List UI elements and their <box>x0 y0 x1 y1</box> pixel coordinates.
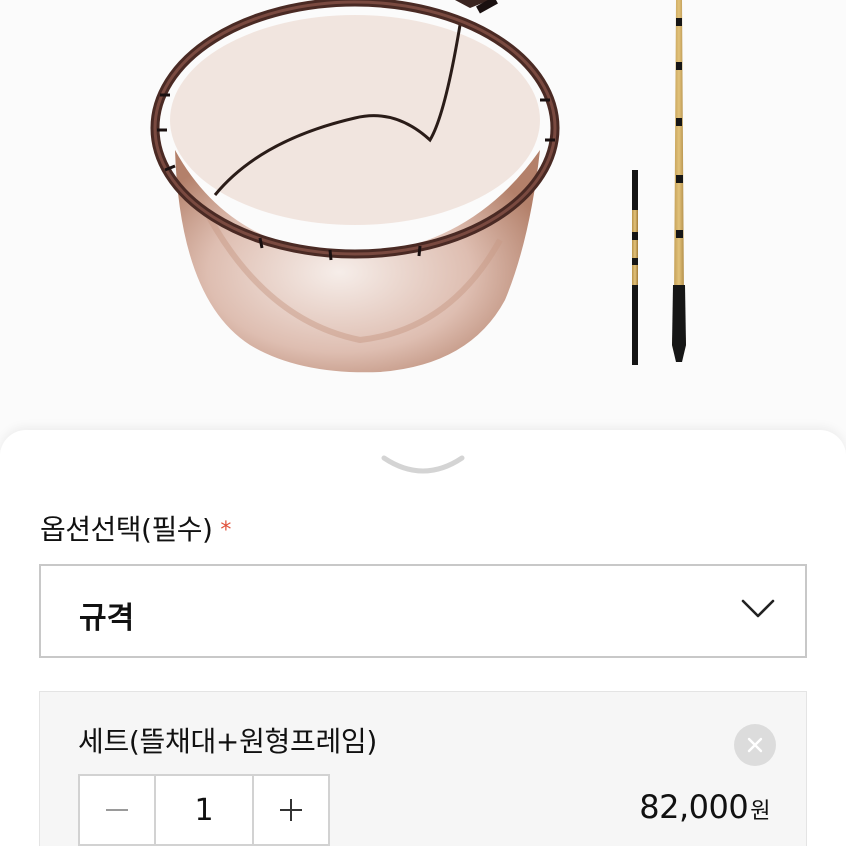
remove-option-button[interactable] <box>734 724 776 766</box>
close-icon <box>747 737 763 753</box>
quantity-value[interactable]: 1 <box>154 776 254 844</box>
option-heading: 옵션선택(필수) * <box>40 508 231 548</box>
price-currency: 원 <box>750 799 770 824</box>
minus-icon <box>106 809 128 811</box>
quantity-stepper: 1 <box>78 774 330 846</box>
option-select-label: 규격 <box>79 601 135 636</box>
option-select-dropdown[interactable]: 규격 <box>39 564 807 658</box>
chevron-down-icon <box>741 599 775 618</box>
selected-option-price: 82,000원 <box>639 788 770 826</box>
selected-option-item: 세트(뜰채대+원형프레임) 1 82,000원 <box>39 691 807 846</box>
decrease-quantity-button[interactable] <box>80 776 154 844</box>
product-image <box>0 0 846 450</box>
required-mark: * <box>220 518 231 543</box>
option-heading-label: 옵션선택(필수) <box>40 513 213 546</box>
selected-option-name: 세트(뜰채대+원형프레임) <box>78 725 378 758</box>
increase-quantity-button[interactable] <box>254 776 328 844</box>
sheet-collapse-handle[interactable] <box>378 452 468 480</box>
price-amount: 82,000 <box>639 788 749 826</box>
chevron-down-icon <box>381 455 465 474</box>
option-bottom-sheet: 옵션선택(필수) * 규격 세트(뜰채대+원형프레임) 1 82,000원 <box>0 430 846 846</box>
plus-icon <box>280 799 302 821</box>
